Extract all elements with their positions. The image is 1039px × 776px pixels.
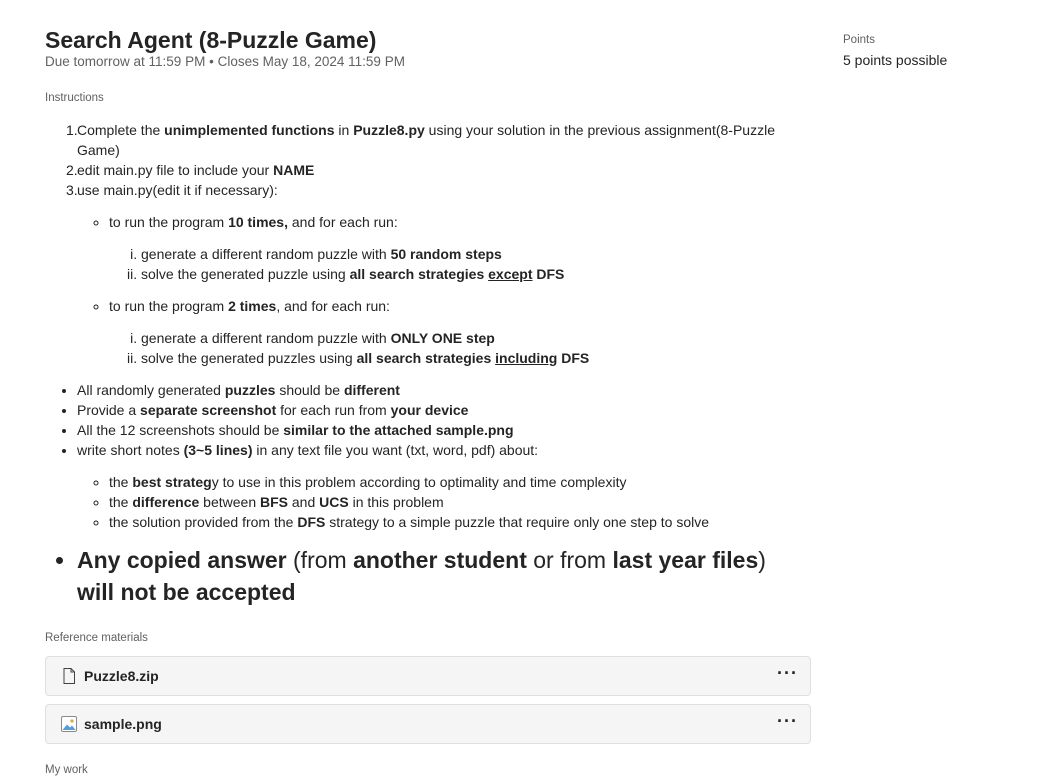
warning-item: Any copied answer (from another student … (77, 544, 805, 608)
list-item: solve the generated puzzle using all sea… (141, 264, 805, 284)
list-item: generate a different random puzzle with … (141, 244, 805, 264)
list-item: the best strategy to use in this problem… (109, 472, 805, 492)
requirements-list: All randomly generated puzzles should be… (45, 380, 805, 608)
list-item: solve the generated puzzles using all se… (141, 348, 805, 368)
more-options-button[interactable]: ··· (777, 663, 798, 684)
page-title: Search Agent (8-Puzzle Game) (45, 27, 377, 53)
image-icon (61, 716, 77, 732)
list-item: the solution provided from the DFS strat… (109, 512, 805, 532)
attachment-puzzle8-zip[interactable]: Puzzle8.zip ··· (45, 656, 811, 696)
close-date: Closes May 18, 2024 11:59 PM (217, 54, 405, 69)
run-10-item: to run the program 10 times, and for eac… (109, 212, 805, 284)
reference-label: Reference materials (45, 632, 148, 644)
due-info: Due tomorrow at 11:59 PM • Closes May 18… (45, 54, 405, 69)
steps-list: 1. Complete the unimplemented functions i… (45, 120, 805, 368)
list-item: All the 12 screenshots should be similar… (77, 420, 805, 440)
run-10-subitems: generate a different random puzzle with … (109, 244, 805, 284)
file-icon (63, 668, 75, 684)
attachment-name[interactable]: sample.png (84, 716, 162, 732)
separator: • (209, 54, 214, 69)
run-2-item: to run the program 2 times, and for each… (109, 296, 805, 368)
instructions-label: Instructions (45, 92, 104, 104)
my-work-label: My work (45, 764, 88, 776)
instructions-body: 1. Complete the unimplemented functions i… (45, 120, 805, 608)
list-item: write short notes (3~5 lines) in any tex… (77, 440, 805, 532)
points-value: 5 points possible (843, 52, 948, 68)
due-date: Due tomorrow at 11:59 PM (45, 54, 206, 69)
step-item: 3.use main.py(edit it if necessary): to … (66, 180, 805, 368)
more-options-button[interactable]: ··· (777, 711, 798, 732)
attachment-name[interactable]: Puzzle8.zip (84, 668, 159, 684)
run-options-list: to run the program 10 times, and for eac… (77, 212, 805, 368)
list-item: generate a different random puzzle with … (141, 328, 805, 348)
step-item: 1. Complete the unimplemented functions i… (66, 122, 775, 158)
attachment-sample-png[interactable]: sample.png ··· (45, 704, 811, 744)
list-item: All randomly generated puzzles should be… (77, 380, 805, 400)
list-item: Provide a separate screenshot for each r… (77, 400, 805, 420)
list-item: the difference between BFS and UCS in th… (109, 492, 805, 512)
points-label: Points (843, 34, 875, 46)
notes-list: the best strategy to use in this problem… (77, 472, 805, 532)
step-item: 2. edit main.py file to include your NAME (66, 162, 315, 178)
run-2-subitems: generate a different random puzzle with … (109, 328, 805, 368)
